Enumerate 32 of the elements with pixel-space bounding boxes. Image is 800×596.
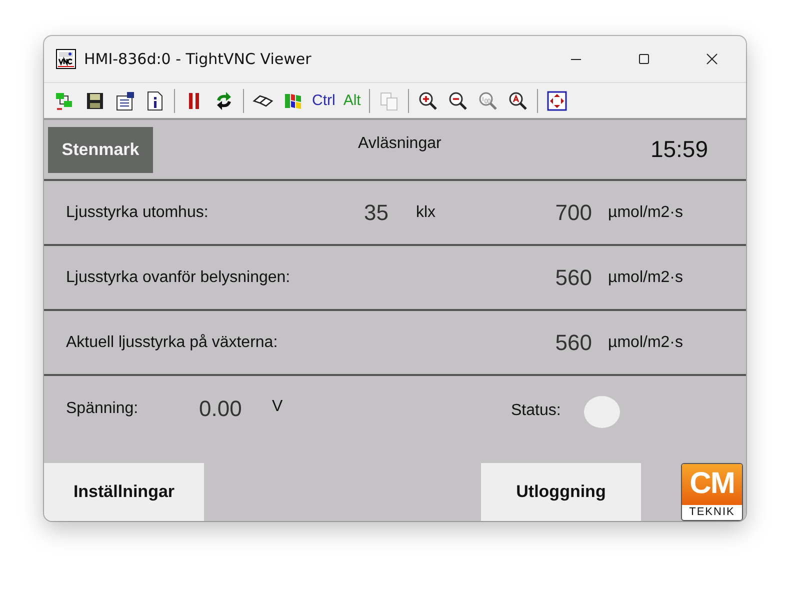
unit-label: µmol/m2·s: [608, 334, 683, 352]
app-icon: [56, 49, 76, 69]
unit-label: V: [272, 398, 283, 416]
close-icon[interactable]: [706, 53, 718, 65]
reading-value: 560: [555, 264, 592, 290]
options-icon[interactable]: [114, 90, 136, 112]
toolbar-key-button[interactable]: Ctrl: [312, 92, 336, 109]
voltage-label: Spänning:: [66, 400, 138, 418]
site-button[interactable]: Stenmark: [48, 126, 153, 172]
settings-button[interactable]: Inställningar: [44, 463, 204, 521]
zoom-in-icon[interactable]: [416, 90, 439, 112]
unit-label: µmol/m2·s: [608, 204, 683, 222]
zoom-out-icon[interactable]: [446, 90, 469, 112]
fullscreen-icon[interactable]: [546, 90, 568, 112]
screen-title: Avläsningar: [358, 134, 442, 152]
unit-label: µmol/m2·s: [608, 268, 683, 286]
logo-text: TEKNIK: [688, 505, 736, 520]
reading-label: Ljusstyrka ovanför belysningen:: [66, 268, 290, 286]
logo-text: CM: [682, 464, 742, 505]
reading-value: 560: [555, 330, 592, 356]
status-label: Status:: [511, 402, 561, 420]
maximize-icon[interactable]: [638, 53, 650, 65]
logout-button[interactable]: Utloggning: [481, 463, 641, 521]
reading-label: Aktuell ljusstyrka på växterna:: [66, 334, 278, 352]
reading-label: Ljusstyrka utomhus:: [66, 204, 208, 222]
reading-value: 700: [555, 200, 592, 226]
unit-label: klx: [416, 204, 436, 222]
window-title: HMI-836d:0 - TightVNC Viewer: [84, 50, 312, 68]
zoom-auto-icon[interactable]: [506, 90, 529, 112]
clock-time: 15:59: [650, 136, 708, 163]
voltage-value: 0.00: [199, 396, 242, 422]
reading-value: 35: [364, 200, 388, 226]
